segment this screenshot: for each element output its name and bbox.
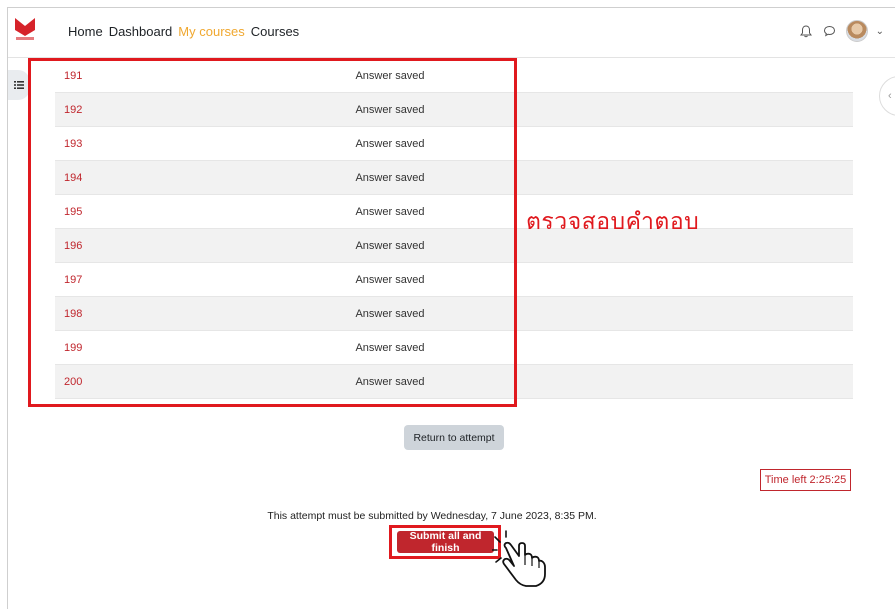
question-status: Answer saved xyxy=(355,307,425,320)
table-row: 193 Answer saved xyxy=(55,127,853,161)
question-status: Answer saved xyxy=(355,239,425,252)
table-row: 198 Answer saved xyxy=(55,297,853,331)
nav-my-courses[interactable]: My courses xyxy=(178,24,244,39)
table-row: 196 Answer saved xyxy=(55,229,853,263)
question-status: Answer saved xyxy=(355,137,425,150)
avatar[interactable] xyxy=(845,20,868,42)
chevron-down-icon[interactable]: ⌄ xyxy=(876,26,884,37)
question-link[interactable]: 196 xyxy=(55,240,325,252)
question-status: Answer saved xyxy=(355,205,425,218)
question-status: Answer saved xyxy=(355,103,425,116)
question-link[interactable]: 194 xyxy=(55,172,325,184)
question-link[interactable]: 193 xyxy=(55,138,325,150)
question-link[interactable]: 197 xyxy=(55,274,325,286)
question-status: Answer saved xyxy=(355,69,425,82)
table-row: 200 Answer saved xyxy=(55,365,853,399)
table-row: 194 Answer saved xyxy=(55,161,853,195)
question-status: Answer saved xyxy=(355,273,425,286)
logo[interactable] xyxy=(14,16,36,42)
primary-navigation: Home Dashboard My courses Courses xyxy=(68,24,299,39)
quiz-summary-table: 191 Answer saved 192 Answer saved 193 An… xyxy=(55,59,853,399)
table-row: 195 Answer saved xyxy=(55,195,853,229)
pointing-hand-icon xyxy=(492,530,546,587)
annotation-text: ตรวจสอบคำตอบ xyxy=(526,209,700,235)
timer-badge: Time left 2:25:25 xyxy=(760,469,851,491)
question-status: Answer saved xyxy=(355,171,425,184)
table-row: 197 Answer saved xyxy=(55,263,853,297)
browser-page: Home Dashboard My courses Courses ⌄ ‹ 19… xyxy=(7,7,895,609)
table-row: 191 Answer saved xyxy=(55,59,853,93)
question-link[interactable]: 195 xyxy=(55,206,325,218)
question-status: Answer saved xyxy=(355,341,425,354)
question-link[interactable]: 192 xyxy=(55,104,325,116)
question-status: Answer saved xyxy=(355,375,425,388)
chevron-left-icon: ‹ xyxy=(888,90,892,102)
return-to-attempt-button[interactable]: Return to attempt xyxy=(404,425,504,450)
table-row: 192 Answer saved xyxy=(55,93,853,127)
navbar: Home Dashboard My courses Courses ⌄ xyxy=(8,8,895,58)
course-index-toggle[interactable] xyxy=(8,70,30,100)
nav-home[interactable]: Home xyxy=(68,24,103,39)
question-link[interactable]: 198 xyxy=(55,308,325,320)
submit-all-and-finish-button[interactable]: Submit all and finish xyxy=(397,530,494,554)
bell-icon[interactable] xyxy=(798,23,814,39)
chat-icon[interactable] xyxy=(822,23,838,39)
nav-courses[interactable]: Courses xyxy=(251,24,299,39)
question-link[interactable]: 191 xyxy=(55,70,325,82)
question-link[interactable]: 200 xyxy=(55,376,325,388)
submission-deadline-text: This attempt must be submitted by Wednes… xyxy=(267,510,597,522)
block-drawer-toggle[interactable]: ‹ xyxy=(879,76,895,116)
nav-dashboard[interactable]: Dashboard xyxy=(109,24,173,39)
user-menu-area: ⌄ xyxy=(798,20,884,42)
table-row: 199 Answer saved xyxy=(55,331,853,365)
list-icon xyxy=(14,81,24,89)
question-link[interactable]: 199 xyxy=(55,342,325,354)
